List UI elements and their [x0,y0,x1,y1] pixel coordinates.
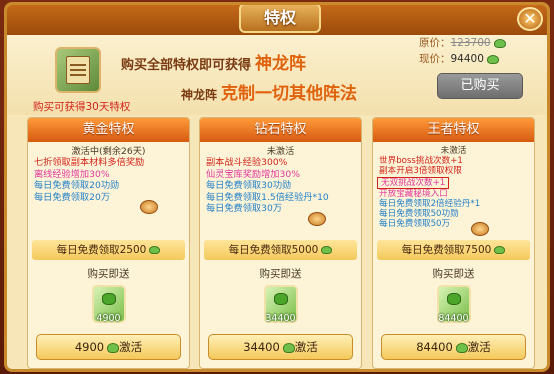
page-title: 特权 [239,5,321,33]
card-body: 激活中(剩余26天) 七折领取副本材料多倍奖励 离线经验增加30% 每日免费领取… [28,142,189,240]
silver-icon [140,200,158,214]
perk-item: 世界boss挑战次数+1 [379,156,463,167]
card-title: 黄金特权 [28,118,189,142]
gift-gem-icon[interactable]: 4900 [91,285,126,324]
headline-text: 购买全部特权即可获得 [121,58,252,73]
perk-item: 副本开启3倍领取权限 [379,166,462,177]
window-frame: 特权 ✕ 购买可获得30天特权 购买全部特权即可获得 神龙阵 神龙阵 克制一切其他阵… [0,0,554,374]
silver-icon [471,222,489,236]
perk-item: 仙灵宝库奖励增加30% [206,168,300,180]
gem-icon [321,246,333,254]
daily-reward-text: 每日免费领取2500 [56,244,147,256]
headline: 购买全部特权即可获得 神龙阵 [121,49,306,74]
daily-reward-text: 每日免费领取7500 [401,244,492,256]
activate-label: 激活 [294,340,318,354]
perk-item: 副本战斗经验300% [206,157,288,169]
gift-amount: 84400 [438,313,469,324]
gem-icon [493,38,506,48]
buy-send-label: 购买即送 [259,268,302,280]
activate-button[interactable]: 34400 激活 [208,334,353,360]
activate-amount: 4900 [74,340,105,354]
original-price: 123700 [450,37,491,49]
gift-gem-icon[interactable]: 84400 [436,285,471,324]
activate-label: 激活 [467,340,491,354]
perk-item-highlighted: 无双挑战次数+1 [377,176,450,189]
activate-button[interactable]: 84400 激活 [381,334,526,360]
perk-item: 每日免费领取2倍经验丹*1 [379,199,481,210]
gift-amount: 4900 [96,313,121,324]
card-status: 未激活 [266,146,295,157]
gem-icon [486,54,499,64]
perk-item: 每日免费领取20功勋 [34,180,120,192]
activate-button[interactable]: 4900 激活 [36,334,181,360]
perk-item: 开放宝藏秘境入口 [379,188,448,199]
activate-amount: 84400 [416,340,453,354]
gem-icon [494,246,506,254]
daily-reward-bar: 每日免费领取2500 [32,240,185,260]
gem-icon [149,246,161,254]
card-gold: 黄金特权 激活中(剩余26天) 七折领取副本材料多倍奖励 离线经验增加30% 每… [27,117,190,369]
price-box: 原价：123700 现价：94400 [419,35,529,67]
buy-send-label: 购买即送 [87,268,130,280]
card-diamond: 钻石特权 未激活 副本战斗经验300% 仙灵宝库奖励增加30% 每日免费领取30… [199,117,362,369]
close-icon: ✕ [523,9,537,28]
perk-item: 每日免费领取30万 [206,203,283,215]
card-king: 王者特权 未激活 世界boss挑战次数+1 副本开启3倍领取权限 无双挑战次数+… [372,117,535,369]
card-title: 王者特权 [373,118,534,142]
daily-reward-bar: 每日免费领取7500 [377,240,530,260]
activate-label: 激活 [119,340,143,354]
daily-reward-bar: 每日免费领取5000 [204,240,357,260]
original-price-row: 原价：123700 [419,35,529,51]
current-price: 94400 [450,53,484,65]
perk-item: 每日免费领取30功勋 [206,180,292,192]
title-bar: 特权 ✕ [7,5,547,35]
bought-button[interactable]: 已购买 [437,73,523,99]
perk-item: 离线经验增加30% [34,168,110,180]
gem-icon [282,342,295,353]
perk-item: 每日免费领取1.5倍经验丹*10 [206,191,329,203]
gem-icon [107,342,120,353]
card-body: 未激活 副本战斗经验300% 仙灵宝库奖励增加30% 每日免费领取30功勋 每日… [200,142,361,240]
perk-item: 七折领取副本材料多倍奖励 [34,157,145,169]
perk-item: 每日免费领取50万 [379,219,451,230]
privilege-cards: 黄金特权 激活中(剩余26天) 七折领取副本材料多倍奖励 离线经验增加30% 每… [27,117,535,369]
privilege-panel: 特权 ✕ 购买可获得30天特权 购买全部特权即可获得 神龙阵 神龙阵 克制一切其他阵… [4,2,550,372]
activate-amount: 34400 [243,340,280,354]
card-status: 激活中(剩余26天) [71,146,146,157]
card-status: 未激活 [440,146,467,156]
month-note: 购买可获得30天特权 [33,101,131,113]
close-button[interactable]: ✕ [517,7,543,31]
daily-reward-text: 每日免费领取5000 [228,244,319,256]
subline-emphasis: 克制一切其他阵法 [221,84,358,104]
current-price-row: 现价：94400 [419,51,529,67]
current-price-label: 现价： [419,53,451,65]
original-price-label: 原价： [419,37,451,49]
gift-amount: 34400 [265,313,296,324]
headline-emphasis: 神龙阵 [255,54,307,74]
gift-gem-icon[interactable]: 34400 [263,285,298,324]
buy-send-label: 购买即送 [432,268,475,280]
silver-icon [308,212,326,226]
privilege-scroll-icon [55,47,101,93]
perk-item: 每日免费领取20万 [34,191,111,203]
perk-item: 每日免费领取50功勋 [379,209,459,220]
subline-prefix: 神龙阵 [181,88,218,102]
header-section: 购买可获得30天特权 购买全部特权即可获得 神龙阵 神龙阵 克制一切其他阵法 原价：… [7,35,547,115]
card-title: 钻石特权 [200,118,361,142]
card-body: 未激活 世界boss挑战次数+1 副本开启3倍领取权限 无双挑战次数+1 开放宝… [373,142,534,240]
subline: 神龙阵 克制一切其他阵法 [181,79,357,104]
gem-icon [455,342,468,353]
